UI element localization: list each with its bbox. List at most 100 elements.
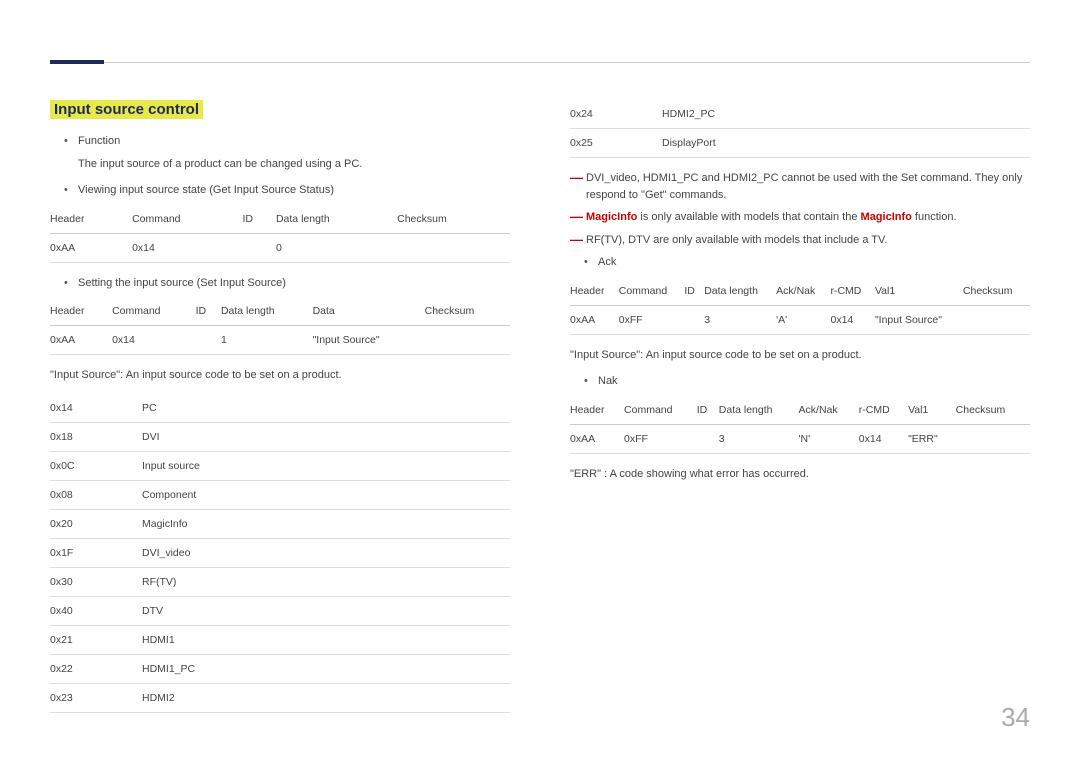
td-code: 0x20: [50, 509, 142, 538]
function-description: The input source of a product can be cha…: [78, 156, 510, 173]
table-row: 0x24HDMI2_PC: [570, 100, 1030, 129]
th: Val1: [875, 277, 963, 306]
th: Command: [112, 297, 196, 326]
td: 0x14: [859, 424, 908, 453]
th: Checksum: [425, 297, 510, 326]
top-rule: [50, 62, 1030, 63]
th: Header: [570, 396, 624, 425]
th: ID: [196, 297, 221, 326]
bullet-viewing: • Viewing input source state (Get Input …: [64, 182, 510, 199]
table-row: 0x18DVI: [50, 422, 510, 451]
bullet-ack-label: Ack: [598, 254, 616, 271]
table-row: 0x25DisplayPort: [570, 129, 1030, 158]
table-row: 0x22HDMI1_PC: [50, 654, 510, 683]
th: Data length: [221, 297, 313, 326]
note-rftv: ― RF(TV), DTV are only available with mo…: [570, 232, 1030, 249]
td: 0xAA: [50, 233, 132, 262]
th: Header: [570, 277, 619, 306]
magicinfo-highlight: MagicInfo: [586, 211, 637, 223]
th: Checksum: [397, 205, 510, 234]
table-row: 0xAA 0xFF 3 'N' 0x14 "ERR": [570, 424, 1030, 453]
td-label: MagicInfo: [142, 509, 510, 538]
note-dvi: ― DVI_video, HDMI1_PC and HDMI2_PC canno…: [570, 170, 1030, 203]
td: [684, 305, 704, 334]
td: 0xAA: [570, 424, 624, 453]
table-row: 0x30RF(TV): [50, 567, 510, 596]
th: ID: [243, 205, 276, 234]
td-code: 0x18: [50, 422, 142, 451]
td: 0x14: [830, 305, 874, 334]
bullet-dot-icon: •: [64, 133, 78, 150]
table-row: 0x14PC: [50, 394, 510, 423]
th: Data length: [276, 205, 397, 234]
th: Command: [132, 205, 242, 234]
td-label: DisplayPort: [662, 129, 1030, 158]
table-row: 0x40DTV: [50, 596, 510, 625]
td-code: 0x25: [570, 129, 662, 158]
td-label: Component: [142, 480, 510, 509]
nak-table: Header Command ID Data length Ack/Nak r-…: [570, 396, 1030, 454]
td: "Input Source": [313, 326, 425, 355]
td: 0: [276, 233, 397, 262]
th: Checksum: [963, 277, 1030, 306]
table-row: 0x21HDMI1: [50, 625, 510, 654]
bullet-function-label: Function: [78, 133, 120, 150]
note-text: DVI_video, HDMI1_PC and HDMI2_PC cannot …: [586, 170, 1030, 203]
td-code: 0x30: [50, 567, 142, 596]
td: [397, 233, 510, 262]
td-code: 0x21: [50, 625, 142, 654]
table-row: 0x23HDMI2: [50, 683, 510, 712]
source-codes-table: 0x14PC0x18DVI0x0CInput source0x08Compone…: [50, 394, 510, 713]
td-label: PC: [142, 394, 510, 423]
th: ID: [697, 396, 719, 425]
th: Command: [619, 277, 685, 306]
th: ID: [684, 277, 704, 306]
table-header-row: Header Command ID Data length Ack/Nak r-…: [570, 396, 1030, 425]
th: Ack/Nak: [799, 396, 859, 425]
table-row: 0xAA 0xFF 3 'A' 0x14 "Input Source": [570, 305, 1030, 334]
ack-description: "Input Source": An input source code to …: [570, 347, 1030, 364]
td: 0xFF: [624, 424, 697, 453]
th: Data: [313, 297, 425, 326]
dash-icon: ―: [570, 209, 586, 225]
section-title: Input source control: [50, 100, 203, 119]
td: 0xAA: [570, 305, 619, 334]
th: Val1: [908, 396, 956, 425]
bullet-setting: • Setting the input source (Set Input So…: [64, 275, 510, 292]
td-code: 0x24: [570, 100, 662, 129]
th: r-CMD: [830, 277, 874, 306]
th: Header: [50, 205, 132, 234]
td: 1: [221, 326, 313, 355]
bullet-dot-icon: •: [584, 254, 598, 271]
dash-icon: ―: [570, 232, 586, 248]
table-row: 0x1FDVI_video: [50, 538, 510, 567]
bullet-nak-label: Nak: [598, 373, 618, 390]
th: r-CMD: [859, 396, 908, 425]
input-source-description: "Input Source": An input source code to …: [50, 367, 510, 384]
td-label: DTV: [142, 596, 510, 625]
bullet-dot-icon: •: [64, 182, 78, 199]
source-codes-table-cont: 0x24HDMI2_PC0x25DisplayPort: [570, 100, 1030, 158]
td-code: 0x22: [50, 654, 142, 683]
th: Data length: [719, 396, 799, 425]
td-label: DVI_video: [142, 538, 510, 567]
td: 'A': [776, 305, 830, 334]
th: Ack/Nak: [776, 277, 830, 306]
th: Data length: [704, 277, 776, 306]
td-code: 0x08: [50, 480, 142, 509]
table-header-row: Header Command ID Data length Checksum: [50, 205, 510, 234]
table-row: 0x0CInput source: [50, 451, 510, 480]
td: [963, 305, 1030, 334]
table-header-row: Header Command ID Data length Ack/Nak r-…: [570, 277, 1030, 306]
td: 3: [704, 305, 776, 334]
td: 'N': [799, 424, 859, 453]
table-row: 0x08Component: [50, 480, 510, 509]
td-code: 0x23: [50, 683, 142, 712]
td: 0x14: [112, 326, 196, 355]
bullet-ack: • Ack: [584, 254, 1030, 271]
magicinfo-highlight: MagicInfo: [861, 211, 912, 223]
table-row: 0xAA 0x14 0: [50, 233, 510, 262]
table-header-row: Header Command ID Data length Data Check…: [50, 297, 510, 326]
td: 0xAA: [50, 326, 112, 355]
note-magicinfo: ― MagicInfo is only available with model…: [570, 209, 1030, 226]
